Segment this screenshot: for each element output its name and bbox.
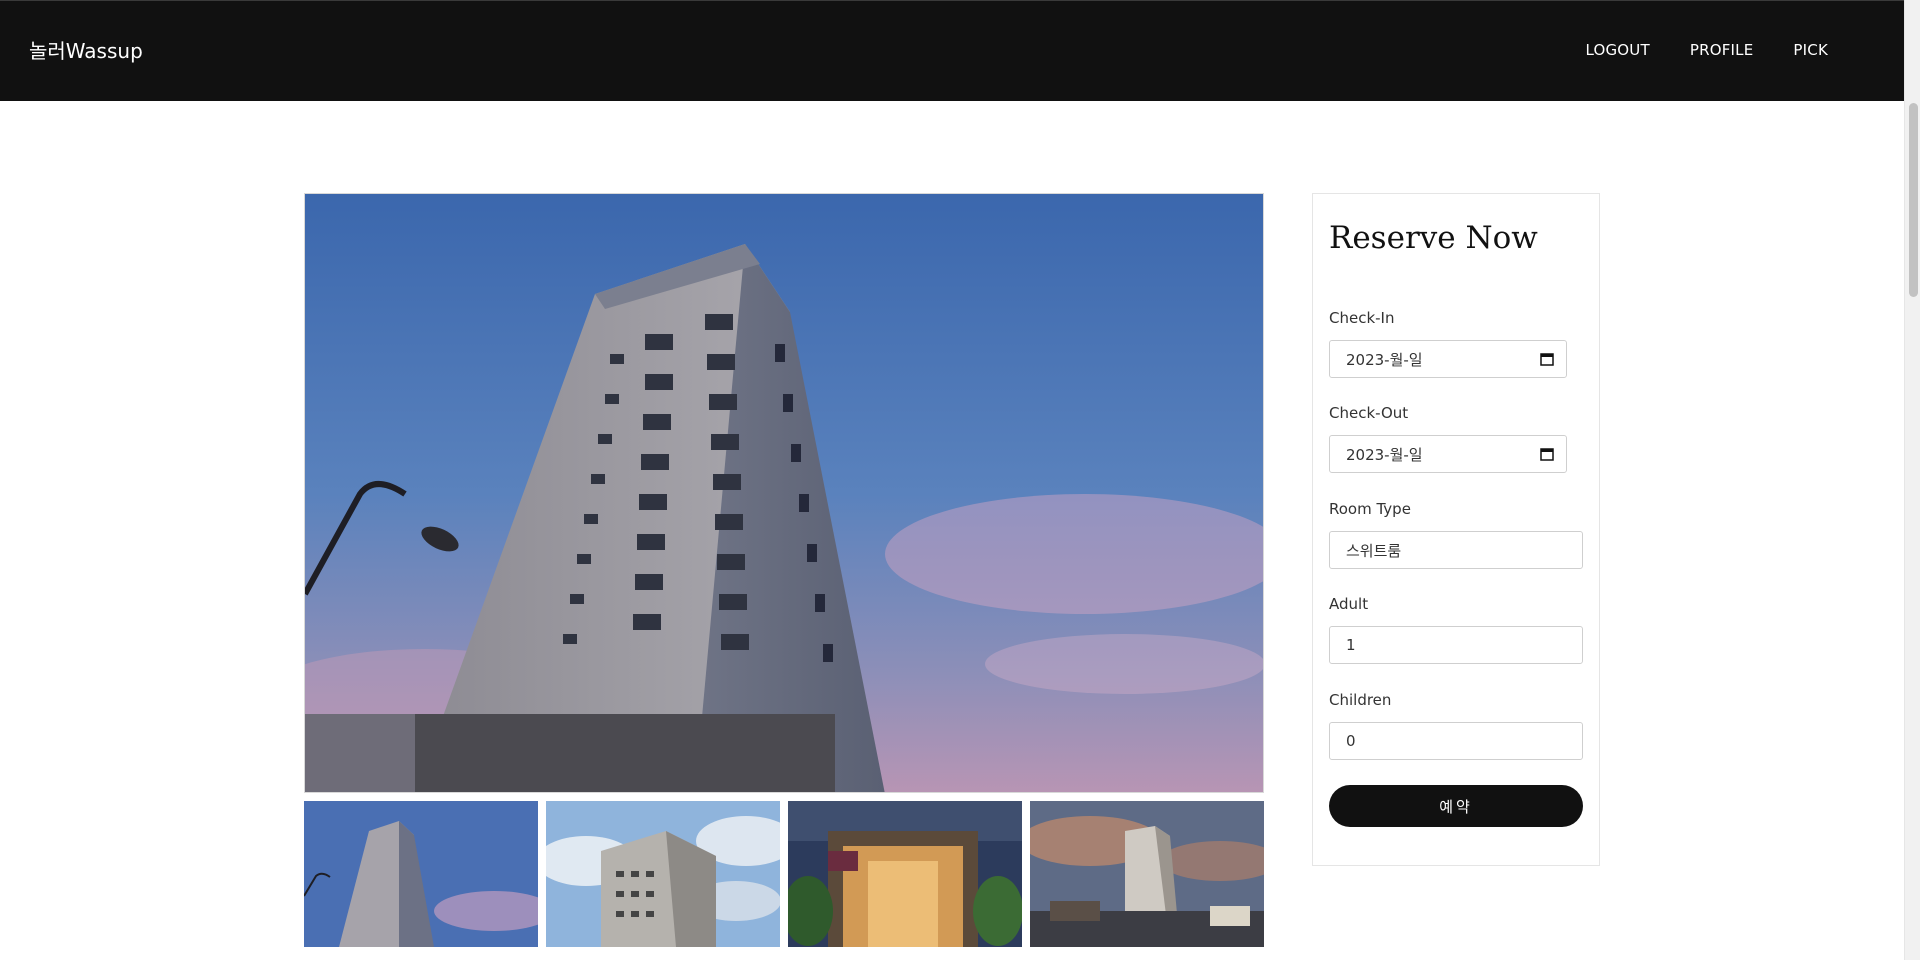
adult-input[interactable]: 1 — [1329, 626, 1583, 664]
reserve-title: Reserve Now — [1329, 220, 1538, 256]
check-out-label: Check-Out — [1329, 404, 1409, 422]
brand-logo[interactable]: 놀러Wassup — [29, 35, 143, 64]
children-label: Children — [1329, 691, 1392, 709]
thumbnail-3[interactable] — [788, 801, 1022, 947]
thumbnail-1[interactable] — [304, 801, 538, 947]
children-value: 0 — [1346, 732, 1356, 750]
check-in-label: Check-In — [1329, 309, 1395, 327]
room-type-label: Room Type — [1329, 500, 1411, 518]
calendar-icon[interactable] — [1540, 352, 1554, 366]
nav-link-pick[interactable]: PICK — [1793, 41, 1828, 59]
room-type-value: 스위트룸 — [1346, 541, 1402, 560]
nav-links: LOGOUT PROFILE PICK — [1585, 41, 1828, 59]
check-out-value: 2023-월-일 — [1346, 445, 1423, 464]
adult-value: 1 — [1346, 636, 1356, 654]
check-in-value: 2023-월-일 — [1346, 350, 1423, 369]
reserve-panel: Reserve Now Check-In 2023-월-일 Check-Out … — [1312, 193, 1600, 866]
top-navbar: 놀러Wassup LOGOUT PROFILE PICK — [0, 0, 1904, 101]
thumbnail-2[interactable] — [546, 801, 780, 947]
reserve-submit-button[interactable]: 예약 — [1329, 785, 1583, 827]
nav-link-logout[interactable]: LOGOUT — [1585, 41, 1649, 59]
hotel-main-photo — [304, 193, 1264, 793]
children-input[interactable]: 0 — [1329, 722, 1583, 760]
photo-thumbnails — [304, 801, 1264, 947]
nav-link-profile[interactable]: PROFILE — [1690, 41, 1754, 59]
scrollbar-thumb[interactable] — [1909, 103, 1918, 297]
room-type-input[interactable]: 스위트룸 — [1329, 531, 1583, 569]
calendar-icon[interactable] — [1540, 447, 1554, 461]
page-scrollbar[interactable] — [1904, 0, 1920, 960]
thumbnail-4[interactable] — [1030, 801, 1264, 947]
adult-label: Adult — [1329, 595, 1369, 613]
check-out-date-input[interactable]: 2023-월-일 — [1329, 435, 1567, 473]
check-in-date-input[interactable]: 2023-월-일 — [1329, 340, 1567, 378]
